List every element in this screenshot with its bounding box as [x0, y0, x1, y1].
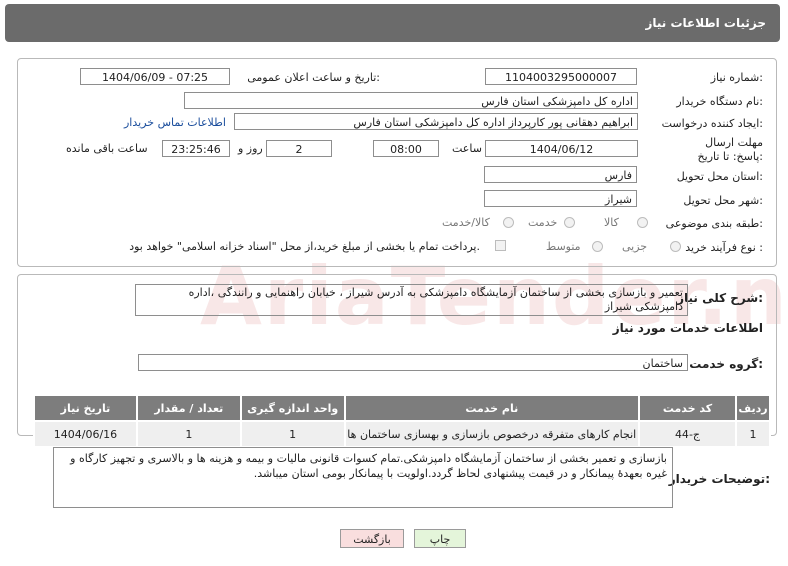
- category-service-radio[interactable]: [564, 217, 575, 228]
- services-table-header: ردیف کد خدمت نام خدمت واحد اندازه گیری ت…: [33, 394, 771, 422]
- deadline-date-field: 1404/06/12: [485, 140, 638, 157]
- table-row: 1 ج-44 انجام کارهای متفرقه درخصوص بازساز…: [33, 420, 771, 448]
- city-field: شیراز: [484, 190, 637, 207]
- remaining-time-field: 23:25:46: [162, 140, 230, 157]
- days-label: روز و: [238, 142, 263, 155]
- col-unit: واحد اندازه گیری: [239, 394, 346, 422]
- cell-row: 1: [735, 420, 771, 448]
- buyer-contact-link[interactable]: اطلاعات تماس خریدار: [124, 116, 226, 129]
- service-group-label: گروه خدمت:: [689, 357, 763, 371]
- cell-unit: 1: [239, 420, 346, 448]
- need-number-field: 1104003295000007: [485, 68, 637, 85]
- days-field: 2: [266, 140, 332, 157]
- buyer-field: اداره کل دامپزشکی استان فارس: [184, 92, 638, 109]
- cell-qty: 1: [135, 420, 242, 448]
- page-header: جزئیات اطلاعات نیاز: [5, 4, 780, 42]
- cell-code: ج-44: [637, 420, 738, 448]
- col-name: نام خدمت: [343, 394, 640, 422]
- creator-label: ایجاد کننده درخواست:: [661, 117, 763, 130]
- process-medium-label: متوسط: [546, 240, 581, 253]
- category-service-label: خدمت: [528, 216, 558, 229]
- buyer-label: نام دستگاه خریدار:: [676, 95, 763, 108]
- need-number-label: شماره نیاز:: [710, 71, 763, 84]
- city-label: شهر محل تحویل:: [683, 194, 763, 207]
- process-minor-radio[interactable]: [670, 241, 681, 252]
- description-label: شرح کلی نیاز:: [677, 291, 763, 305]
- treasury-payment-checkbox[interactable]: [495, 240, 506, 251]
- category-goods-radio[interactable]: [637, 217, 648, 228]
- buyer-notes-textarea[interactable]: بازسازی و تعمیر بخشی از ساختمان آزمایشگا…: [53, 447, 673, 508]
- need-info-panel: [17, 58, 777, 267]
- services-section-title: اطلاعات خدمات مورد نیاز: [612, 321, 763, 335]
- service-group-field: ساختمان: [138, 354, 688, 371]
- remaining-label: ساعت باقی مانده: [66, 142, 148, 155]
- process-label: نوع فرآیند خرید :: [685, 241, 763, 254]
- cell-name: انجام کارهای متفرقه درخصوص بازسازی و بهس…: [343, 420, 640, 448]
- creator-field: ابراهیم دهقانی پور کارپرداز اداره کل دام…: [234, 113, 638, 130]
- announce-field: 1404/06/09 - 07:25: [80, 68, 230, 85]
- page-title: جزئیات اطلاعات نیاز: [645, 16, 766, 30]
- col-row: ردیف: [735, 394, 771, 422]
- cell-date: 1404/06/16: [33, 420, 138, 448]
- province-label: استان محل تحویل:: [676, 170, 763, 183]
- announce-label: تاریخ و ساعت اعلان عمومی:: [247, 71, 380, 84]
- process-minor-label: جزیی: [622, 240, 648, 253]
- category-goods-service-label: کالا/خدمت: [442, 216, 490, 229]
- province-field: فارس: [484, 166, 637, 183]
- services-table: ردیف کد خدمت نام خدمت واحد اندازه گیری ت…: [33, 394, 771, 448]
- col-date: تاریخ نیاز: [33, 394, 138, 422]
- deadline-time-field: 08:00: [373, 140, 439, 157]
- treasury-payment-note: پرداخت تمام یا بخشی از مبلغ خرید،از محل …: [129, 240, 480, 253]
- category-label: طبقه بندی موضوعی:: [665, 217, 763, 230]
- col-qty: تعداد / مقدار: [135, 394, 242, 422]
- back-button[interactable]: بازگشت: [340, 529, 404, 548]
- deadline-label: مهلت ارسال پاسخ: تا تاریخ:: [697, 136, 763, 163]
- col-code: کد خدمت: [637, 394, 738, 422]
- category-goods-label: کالا: [604, 216, 619, 229]
- description-textarea[interactable]: تعمیر و بازسازی بخشی از ساختمان آزمایشگا…: [135, 284, 688, 316]
- process-medium-radio[interactable]: [592, 241, 603, 252]
- print-button[interactable]: چاپ: [414, 529, 466, 548]
- buyer-notes-label: توضیحات خریدار:: [668, 472, 770, 486]
- category-goods-service-radio[interactable]: [503, 217, 514, 228]
- deadline-hour-label: ساعت: [452, 142, 482, 155]
